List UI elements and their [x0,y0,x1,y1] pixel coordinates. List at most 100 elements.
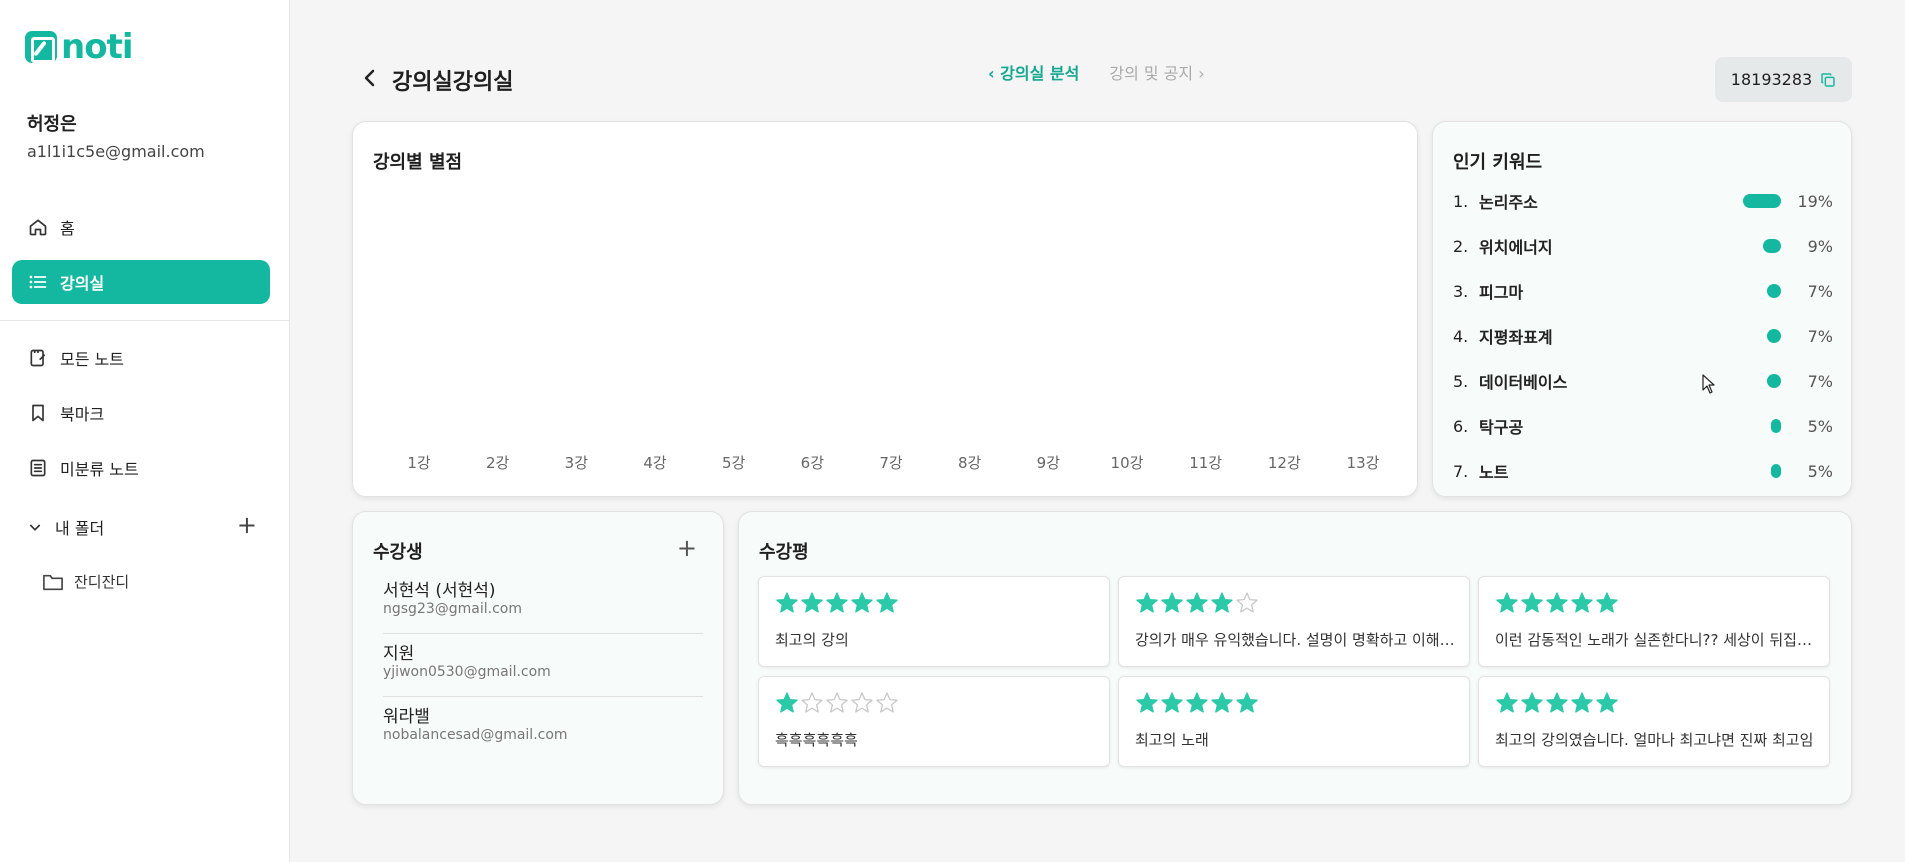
sidebar-item-bookmark[interactable]: 북마크 [12,391,270,435]
home-icon [28,217,48,237]
sidebar-item-label: 강의실 [60,274,105,293]
keyword-name: 노트 [1479,463,1509,482]
keyword-row: 6. 탁구공 5% [1453,413,1833,439]
copy-icon[interactable] [1820,72,1836,88]
keyword-percent: 5% [1807,461,1833,481]
sidebar-item-uncategorized[interactable]: 미분류 노트 [12,446,270,490]
chart-x-tick: 2강 [485,454,510,472]
bookmark-icon [28,403,48,423]
student-item[interactable]: 워라밸 nobalancesad@gmail.com [383,698,703,760]
my-folders-toggle[interactable]: 내 폴더 + [27,513,257,539]
tab-lectures[interactable]: 강의 및 공지 › [1109,60,1204,84]
chart-x-tick: 5강 [721,454,746,472]
keyword-bar-track [1741,239,1781,253]
review-card[interactable]: 최고의 강의 [758,576,1110,667]
keyword-percent: 5% [1807,416,1833,436]
reviews-card: 수강평 최고의 강의 강의가 매우 유익했습니다. 설명이 명확하고 이해하… 이런… [738,511,1852,805]
review-text: 강의가 매우 유익했습니다. 설명이 명확하고 이해하… [1135,631,1457,649]
folder-icon [43,574,63,590]
star-filled-icon [1236,692,1258,713]
class-code-badge[interactable]: 18193283 [1715,57,1852,102]
add-folder-icon[interactable]: + [237,513,257,537]
logo-icon [25,31,57,63]
chart-x-tick: 12강 [1267,454,1301,472]
student-item[interactable]: 서현석 (서현석) ngsg23@gmail.com [383,572,703,634]
sidebar-item-classroom[interactable]: 강의실 [12,260,270,304]
keyword-rank: 6. [1453,416,1469,436]
chart-x-tick: 9강 [1036,454,1060,472]
keyword-rank: 7. [1453,461,1469,481]
student-name: 지원 [383,644,415,664]
review-text: 최고의 강의 [775,631,849,649]
star-filled-icon [1496,692,1518,713]
keyword-row: 3. 피그마 7% [1453,278,1833,304]
review-card[interactable]: 흑흑흑흑흑흑 [758,676,1110,767]
sidebar-item-label: 모든 노트 [60,350,124,369]
keyword-row: 2. 위치에너지 9% [1453,233,1833,259]
chart-x-tick: 11강 [1189,454,1223,472]
keyword-bar-track [1741,464,1781,478]
review-text: 최고의 강의였습니다. 얼마나 최고냐면 진짜 최고임 [1495,731,1814,749]
star-filled-icon [801,592,823,613]
chart-x-tick: 7강 [879,454,903,472]
review-card[interactable]: 이런 감동적인 노래가 실존한다니?? 세상이 뒤집히… [1478,576,1830,667]
star-filled-icon [776,592,798,613]
keyword-row: 4. 지평좌표계 7% [1453,323,1833,349]
student-item[interactable]: 지원 yjiwon0530@gmail.com [383,635,703,697]
review-text: 흑흑흑흑흑흑 [775,731,858,749]
notebook-icon [28,458,48,478]
keyword-bar [1771,464,1781,478]
keyword-name: 피그마 [1479,283,1524,302]
keyword-name: 지평좌표계 [1479,328,1553,347]
review-card[interactable]: 최고의 강의였습니다. 얼마나 최고냐면 진짜 최고임 [1478,676,1830,767]
star-filled-icon [1136,692,1158,713]
review-card[interactable]: 강의가 매우 유익했습니다. 설명이 명확하고 이해하… [1118,576,1470,667]
keyword-bar-track [1741,194,1781,208]
star-filled-icon [776,692,798,713]
review-text: 이런 감동적인 노래가 실존한다니?? 세상이 뒤집히… [1495,631,1817,649]
star-empty-icon [1236,592,1258,613]
tab-analysis[interactable]: ‹ 강의실 분석 [988,60,1079,84]
chart-title: 강의별 별점 [373,152,463,173]
star-filled-icon [1211,592,1233,613]
keyword-bar [1767,374,1781,388]
star-empty-icon [851,692,873,713]
rating-chart-card: 강의별 별점 1강 2강 3강 4강 5강 6강 7강 8강 9강 10강 11강 12강 13강 [352,121,1418,497]
sidebar-item-label: 북마크 [60,405,105,424]
sidebar-item-all-notes[interactable]: 모든 노트 [12,336,270,380]
keywords-title: 인기 키워드 [1453,152,1543,173]
sidebar-item-label: 미분류 노트 [60,460,139,479]
students-card: 수강생 + 서현석 (서현석) ngsg23@gmail.com 지원 yjiwon0… [352,511,724,805]
star-filled-icon [1546,692,1568,713]
back-icon[interactable] [358,66,382,90]
star-filled-icon [1571,692,1593,713]
folder-label: 잔디잔디 [74,573,130,591]
keyword-bar [1767,284,1781,298]
star-rating [775,591,899,615]
star-rating [775,691,899,715]
star-filled-icon [826,592,848,613]
star-filled-icon [1136,592,1158,613]
note-icon [28,348,48,368]
chart-x-tick: 6강 [800,454,824,472]
keyword-row: 1. 논리주소 19% [1453,188,1833,214]
student-email: ngsg23@gmail.com [383,601,522,617]
page-title: 강의실강의실 [392,70,514,95]
review-card[interactable]: 최고의 노래 [1118,676,1470,767]
keyword-percent: 7% [1807,326,1833,346]
keyword-percent: 9% [1807,236,1833,256]
star-rating [1135,691,1259,715]
keyword-bar [1771,419,1781,433]
logo[interactable]: noti [25,30,133,64]
sidebar-item-home[interactable]: 홈 [12,205,270,249]
star-filled-icon [1211,692,1233,713]
chart-x-tick: 3강 [564,454,588,472]
user-name: 허정은 [27,114,77,135]
keyword-bar-track [1741,374,1781,388]
folder-item[interactable]: 잔디잔디 [42,571,129,592]
add-student-icon[interactable]: + [677,536,697,560]
star-filled-icon [1186,692,1208,713]
student-email: yjiwon0530@gmail.com [383,664,551,680]
star-filled-icon [1596,592,1618,613]
chart-x-tick: 10강 [1110,454,1144,472]
